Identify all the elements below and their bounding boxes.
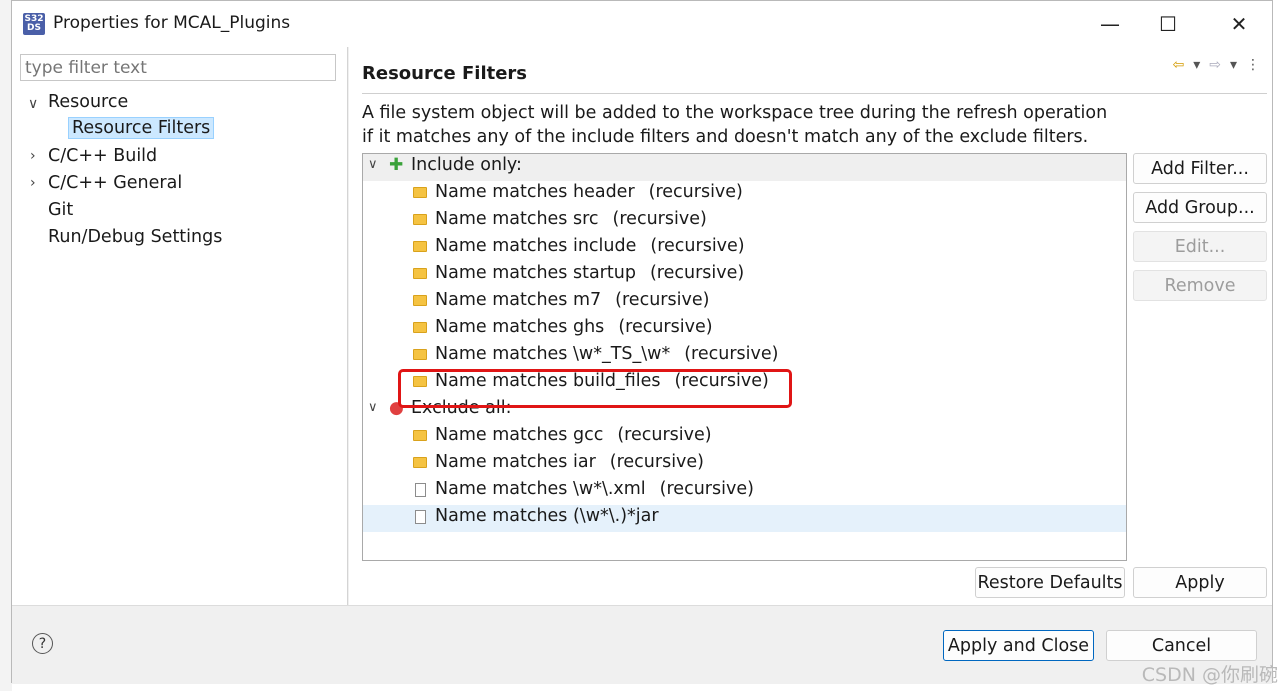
filter-row[interactable]: Name matches iar (recursive) — [363, 451, 1126, 478]
dialog-button-bar: ? Apply and Close Cancel — [12, 605, 1272, 684]
filter-row[interactable]: Name matches m7 (recursive) — [363, 289, 1126, 316]
tree-item-cpp-general[interactable]: C/C++ General — [48, 173, 182, 193]
filter-text: Name matches iar — [435, 452, 596, 472]
back-dropdown-icon[interactable]: ▾ — [1193, 57, 1200, 73]
filter-mode: (recursive) — [684, 344, 779, 364]
folder-icon — [413, 457, 427, 468]
file-icon — [415, 510, 426, 524]
folder-icon — [413, 430, 427, 441]
resource-filters-page: Resource Filters ⇦ ▾ ⇨ ▾ ⋮ A file system… — [349, 47, 1272, 605]
filter-text: Name matches \w*\.xml — [435, 479, 646, 499]
filter-mode: (recursive) — [617, 425, 712, 445]
apply-and-close-button[interactable]: Apply and Close — [943, 630, 1094, 661]
app-icon: S32 DS — [23, 13, 45, 35]
folder-icon — [413, 322, 427, 333]
filter-text: Name matches ghs — [435, 317, 605, 337]
preference-tree-panel: ∨ Resource Resource Filters › C/C++ Buil… — [12, 47, 348, 605]
folder-icon — [413, 214, 427, 225]
edit-button[interactable]: Edit... — [1133, 231, 1267, 262]
tree-item-cpp-build[interactable]: C/C++ Build — [48, 146, 157, 166]
remove-button[interactable]: Remove — [1133, 270, 1267, 301]
forward-arrow-icon[interactable]: ⇨ — [1209, 57, 1221, 73]
tree-item-resource[interactable]: Resource — [48, 92, 128, 112]
filter-text: Name matches header — [435, 182, 635, 202]
chevron-down-icon[interactable]: ∨ — [368, 157, 378, 172]
properties-dialog: S32 DS Properties for MCAL_Plugins — ☐ ✕ … — [11, 0, 1273, 684]
filter-row[interactable]: Name matches ghs (recursive) — [363, 316, 1126, 343]
chevron-down-icon[interactable]: ∨ — [368, 400, 378, 415]
chevron-down-icon[interactable]: ∨ — [28, 96, 38, 112]
include-group-label: Include only: — [411, 155, 522, 175]
close-button[interactable]: ✕ — [1216, 1, 1262, 47]
maximize-button[interactable]: ☐ — [1145, 1, 1191, 47]
folder-icon — [413, 187, 427, 198]
include-group-row[interactable]: ∨ ✚ Include only: — [363, 154, 1126, 181]
tree-item-run-debug-settings[interactable]: Run/Debug Settings — [48, 227, 222, 247]
filter-text: Name matches src — [435, 209, 599, 229]
filter-row[interactable]: Name matches \w*_TS_\w* (recursive) — [363, 343, 1126, 370]
background-editor-right — [1272, 0, 1284, 691]
filter-row[interactable]: Name matches header (recursive) — [363, 181, 1126, 208]
filter-text: Name matches gcc — [435, 425, 604, 445]
filter-row[interactable]: Name matches gcc (recursive) — [363, 424, 1126, 451]
folder-icon — [413, 349, 427, 360]
filter-mode: (recursive) — [609, 452, 705, 472]
filter-mode: (recursive) — [659, 479, 754, 499]
tree-item-git[interactable]: Git — [48, 200, 73, 220]
apply-button[interactable]: Apply — [1133, 567, 1267, 598]
page-navigation-tools: ⇦ ▾ ⇨ ▾ ⋮ — [1172, 57, 1260, 73]
filter-row[interactable]: Name matches src (recursive) — [363, 208, 1126, 235]
filter-mode: (recursive) — [618, 317, 713, 337]
tree-item-resource-filters[interactable]: Resource Filters — [68, 117, 215, 139]
restore-defaults-button[interactable]: Restore Defaults — [975, 567, 1125, 598]
folder-icon — [413, 241, 427, 252]
filter-mode: (recursive) — [612, 209, 707, 229]
filter-text: Name matches (\w*\.)*jar — [435, 506, 659, 526]
folder-icon — [413, 268, 427, 279]
filter-text: Name matches m7 — [435, 290, 602, 310]
chevron-right-icon[interactable]: › — [30, 175, 36, 191]
filter-mode: (recursive) — [650, 236, 745, 256]
page-description: A file system object will be added to th… — [362, 101, 1107, 149]
folder-icon — [413, 295, 427, 306]
filter-row-selected[interactable]: Name matches (\w*\.)*jar — [363, 505, 1126, 532]
back-arrow-icon[interactable]: ⇦ — [1172, 57, 1184, 73]
more-options-icon[interactable]: ⋮ — [1246, 57, 1260, 73]
add-filter-button[interactable]: Add Filter... — [1133, 153, 1267, 184]
chevron-right-icon[interactable]: › — [30, 148, 36, 164]
filter-text: Name matches include — [435, 236, 637, 256]
highlight-annotation-box — [398, 369, 792, 408]
minimize-button[interactable]: — — [1087, 1, 1133, 47]
filter-input[interactable] — [20, 54, 336, 81]
filter-mode: (recursive) — [648, 182, 743, 202]
add-group-button[interactable]: Add Group... — [1133, 192, 1267, 223]
filters-tree[interactable]: ∨ ✚ Include only: Name matches header (re… — [362, 153, 1127, 561]
filter-text: Name matches \w*_TS_\w* — [435, 344, 671, 364]
filter-mode: (recursive) — [649, 263, 745, 283]
page-title: Resource Filters — [362, 63, 528, 84]
file-icon — [415, 483, 426, 497]
filter-row[interactable]: Name matches startup (recursive) — [363, 262, 1126, 289]
watermark: CSDN @你刷碗 — [1141, 664, 1278, 686]
filter-row[interactable]: Name matches \w*\.xml (recursive) — [363, 478, 1126, 505]
header-separator — [362, 93, 1267, 94]
filter-row[interactable]: Name matches include (recursive) — [363, 235, 1126, 262]
help-icon[interactable]: ? — [32, 633, 53, 654]
title-bar: S32 DS Properties for MCAL_Plugins — ☐ ✕ — [12, 1, 1272, 47]
description-line-2: if it matches any of the include filters… — [362, 127, 1089, 147]
cancel-button[interactable]: Cancel — [1106, 630, 1257, 661]
include-plus-icon: ✚ — [389, 155, 404, 175]
forward-dropdown-icon[interactable]: ▾ — [1230, 57, 1237, 73]
description-line-1: A file system object will be added to th… — [362, 103, 1108, 123]
window-title: Properties for MCAL_Plugins — [53, 13, 291, 33]
filter-text: Name matches startup — [435, 263, 636, 283]
filter-mode: (recursive) — [615, 290, 710, 310]
